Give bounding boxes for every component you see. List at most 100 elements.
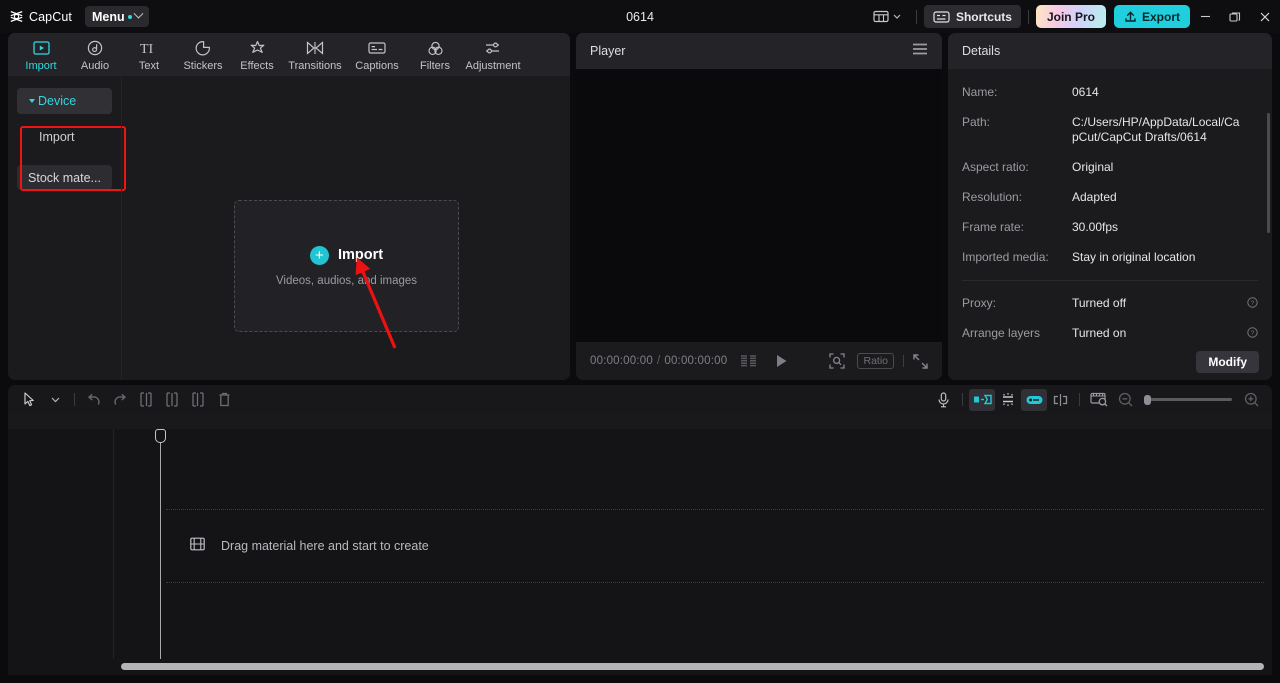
tab-transitions[interactable]: Transitions	[284, 33, 346, 76]
tab-import-label: Import	[25, 59, 57, 72]
filters-icon	[427, 40, 444, 57]
plus-circle-icon: +	[309, 245, 329, 265]
export-button[interactable]: Export	[1113, 5, 1190, 28]
timeline-zoom-slider[interactable]	[1144, 394, 1232, 405]
timeline-ruler[interactable]	[8, 414, 1272, 429]
frames-icon[interactable]	[739, 354, 759, 368]
transitions-icon	[306, 40, 324, 57]
app-name: CapCut	[29, 9, 72, 24]
divider	[1079, 393, 1080, 406]
import-dropzone[interactable]: + Import Videos, audios, and images	[234, 200, 459, 332]
stock-materials-label: Stock mate...	[28, 170, 101, 185]
split-marker-icon	[1053, 393, 1067, 406]
timeline-tracks-area[interactable]: Drag material here and start to create	[8, 429, 1272, 675]
modify-button[interactable]: Modify	[1196, 351, 1259, 373]
timeline-horizontal-scrollbar[interactable]	[121, 663, 1264, 670]
play-icon[interactable]	[775, 354, 788, 368]
player-stage[interactable]	[576, 69, 942, 342]
zoom-out-button[interactable]	[1112, 389, 1138, 411]
detail-label: Frame rate:	[962, 220, 1025, 234]
trim-left-icon	[166, 392, 178, 407]
details-scrollbar[interactable]	[1267, 113, 1270, 233]
import-dropzone-subtitle: Videos, audios, and images	[275, 274, 418, 287]
tab-text[interactable]: TI Text	[122, 33, 176, 76]
svg-text:TI: TI	[140, 42, 154, 56]
layout-panel-icon	[873, 10, 889, 23]
timeline-playhead[interactable]	[155, 429, 166, 659]
upload-icon	[1125, 11, 1136, 22]
detail-value: C:/Users/HP/AppData/Local/CapCut/CapCut …	[1072, 115, 1240, 144]
timeline-zoom-knob[interactable]	[1144, 394, 1151, 405]
tool-dropdown-button[interactable]	[42, 389, 68, 411]
detail-value: Original	[1072, 160, 1114, 174]
hamburger-icon[interactable]	[912, 42, 928, 60]
fullscreen-icon[interactable]	[913, 353, 928, 369]
trim-left-button[interactable]	[159, 389, 185, 411]
sidebar-item-import[interactable]: Import	[17, 124, 112, 150]
detail-label: Aspect ratio:	[962, 160, 1029, 174]
player-panel: Player 00:00:00:00 / 00:00:00:00 Ratio	[576, 33, 942, 380]
detail-label: Imported media:	[962, 250, 1049, 264]
player-time-separator: /	[656, 355, 661, 367]
tab-stickers[interactable]: Stickers	[176, 33, 230, 76]
chevron-expand-icon	[29, 99, 35, 103]
playhead-icon[interactable]	[155, 429, 166, 443]
undo-button[interactable]	[81, 389, 107, 411]
tab-audio[interactable]: Audio	[68, 33, 122, 76]
layout-button[interactable]	[865, 10, 909, 23]
trim-right-icon	[192, 392, 204, 407]
mirror-toggle-button[interactable]	[969, 388, 995, 411]
help-circle-icon[interactable]: ?	[1247, 327, 1258, 342]
tab-adjustment[interactable]: Adjustment	[462, 33, 524, 76]
close-button[interactable]	[1250, 0, 1280, 33]
delete-button[interactable]	[211, 389, 237, 411]
split-icon	[140, 392, 152, 407]
detail-label: Name:	[962, 85, 998, 99]
help-circle-icon[interactable]: ?	[1247, 297, 1258, 312]
media-panel: Import Audio TI Text Stickers Effects Tr…	[8, 33, 570, 380]
record-voiceover-button[interactable]	[930, 389, 956, 411]
details-footer: Modify	[948, 344, 1272, 380]
maximize-button[interactable]	[1220, 0, 1250, 33]
zoom-in-button[interactable]	[1238, 389, 1264, 411]
link-toggle-button[interactable]	[1021, 388, 1047, 411]
detail-row-proxy: Proxy: Turned off ?	[962, 296, 1258, 311]
trim-right-button[interactable]	[185, 389, 211, 411]
stock-materials-button[interactable]: Stock mate...	[17, 165, 112, 190]
shortcuts-label: Shortcuts	[955, 9, 1012, 24]
select-tool-button[interactable]	[16, 389, 42, 411]
sidebar-item-device[interactable]: Device	[17, 88, 112, 114]
detail-value: Turned off	[1072, 296, 1127, 310]
split-button[interactable]	[133, 389, 159, 411]
ratio-button[interactable]: Ratio	[857, 353, 894, 369]
detail-label: Proxy:	[962, 296, 997, 310]
details-body: Name: 0614 Path: C:/Users/HP/AppData/Loc…	[948, 69, 1272, 380]
tab-import[interactable]: Import	[14, 33, 68, 76]
zoom-in-icon	[1244, 392, 1258, 407]
microphone-icon	[937, 391, 949, 407]
shortcuts-button[interactable]: Shortcuts	[923, 5, 1021, 28]
redo-button[interactable]	[107, 389, 133, 411]
import-icon	[32, 40, 50, 57]
svg-text:?: ?	[1251, 330, 1255, 337]
tab-filters[interactable]: Filters	[408, 33, 462, 76]
detail-label: Path:	[962, 115, 991, 129]
join-pro-button[interactable]: Join Pro	[1035, 5, 1106, 28]
tab-effects[interactable]: Effects	[230, 33, 284, 76]
timeline-dropzone[interactable]: Drag material here and start to create	[166, 509, 1264, 583]
minimize-button[interactable]	[1190, 0, 1220, 33]
tab-text-label: Text	[138, 59, 160, 72]
tab-captions-label: Captions	[355, 59, 399, 72]
snap-toggle-button[interactable]	[995, 389, 1021, 411]
divider	[74, 393, 75, 406]
menu-button[interactable]: Menu	[84, 6, 149, 27]
detail-label: Arrange layers	[962, 326, 1041, 340]
tab-captions[interactable]: Captions	[346, 33, 408, 76]
titlebar-actions: Shortcuts Join Pro Export	[865, 0, 1280, 33]
crop-focus-icon[interactable]	[829, 353, 846, 369]
media-tabs: Import Audio TI Text Stickers Effects Tr…	[8, 33, 570, 76]
thumbnail-preview-button[interactable]	[1086, 389, 1112, 411]
split-marker-button[interactable]	[1047, 389, 1073, 411]
tab-filters-label: Filters	[420, 59, 450, 72]
media-content: + Import Videos, audios, and images	[121, 76, 570, 380]
